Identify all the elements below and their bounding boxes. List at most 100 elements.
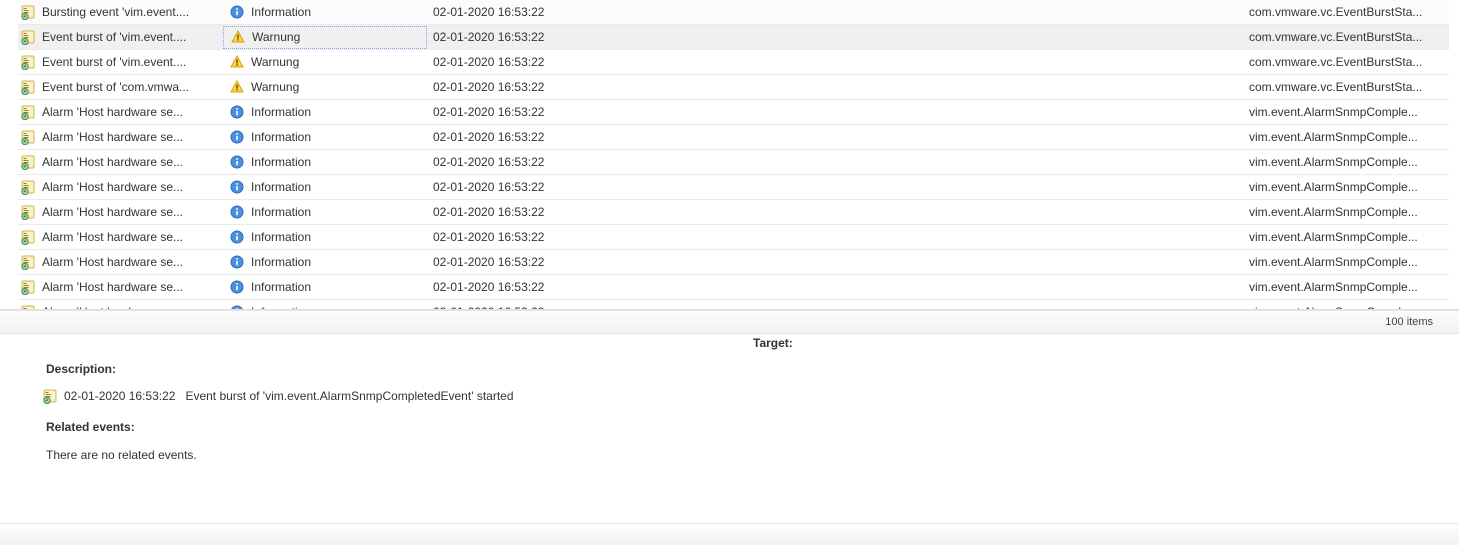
event-detail-scroll[interactable]: Target: Description: 02-01-2020 16:53:22…	[18, 334, 1449, 523]
cell-description: Event burst of 'vim.event....	[18, 29, 223, 45]
cell-event-type: com.vmware.vc.EventBurstSta...	[1227, 55, 1449, 69]
cell-description: Alarm 'Host hardware se...	[18, 229, 223, 245]
info-icon	[229, 254, 245, 270]
cell-description: Alarm 'Host hardware se...	[18, 304, 223, 310]
cell-description-text: Alarm 'Host hardware se...	[42, 130, 183, 144]
cell-date: 02-01-2020 16:53:22	[427, 230, 827, 244]
cell-description-text: Alarm 'Host hardware se...	[42, 180, 183, 194]
event-log-icon	[20, 54, 36, 70]
cell-type-text: Information	[251, 155, 311, 169]
event-log-icon	[20, 154, 36, 170]
info-icon	[229, 279, 245, 295]
cell-event-type: vim.event.AlarmSnmpComple...	[1227, 205, 1449, 219]
cell-type-text: Information	[251, 205, 311, 219]
table-row[interactable]: Alarm 'Host hardware se... Information 02-…	[18, 150, 1449, 175]
cell-event-type: com.vmware.vc.EventBurstSta...	[1227, 5, 1449, 19]
event-detail: Target: Description: 02-01-2020 16:53:22…	[0, 334, 1459, 523]
warning-icon	[229, 54, 245, 70]
cell-type-text: Information	[251, 230, 311, 244]
cell-type: Information	[223, 4, 427, 20]
cell-description-text: Event burst of 'com.vmwa...	[42, 80, 189, 94]
info-icon	[229, 104, 245, 120]
cell-type: Warnung	[223, 26, 427, 49]
table-row[interactable]: Alarm 'Host hardware se...Information02-…	[18, 250, 1449, 275]
cell-type: Information	[223, 129, 427, 145]
table-row[interactable]: Event burst of 'vim.event....Warnung02-0…	[18, 25, 1449, 50]
cell-type-text: Information	[251, 5, 311, 19]
event-log-icon	[20, 4, 36, 20]
cell-date: 02-01-2020 16:53:22	[427, 180, 827, 194]
cell-event-type: vim.event.AlarmSnmpComple...	[1227, 230, 1449, 244]
cell-type: Information	[223, 304, 427, 310]
cell-description: Alarm 'Host hardware se...	[18, 179, 223, 195]
cell-event-type: vim.event.AlarmSnmpComple...	[1227, 155, 1449, 169]
cell-description: Alarm 'Host hardware se...	[18, 129, 223, 145]
cell-type-text: Information	[251, 105, 311, 119]
event-log-icon	[20, 104, 36, 120]
cell-description-text: Alarm 'Host hardware se...	[42, 105, 183, 119]
cell-type-text: Warnung	[251, 80, 299, 94]
table-row[interactable]: Event burst of 'vim.event....Warnung02-0…	[18, 50, 1449, 75]
cell-date: 02-01-2020 16:53:22	[427, 130, 827, 144]
table-row[interactable]: Alarm 'Host hardware se... Information 02-…	[18, 200, 1449, 225]
table-row[interactable]: Bursting event 'vim.event.... Information…	[18, 0, 1449, 25]
cell-event-type: vim.event.AlarmSnmpComple...	[1227, 255, 1449, 269]
event-log-icon	[20, 254, 36, 270]
cell-event-type: com.vmware.vc.EventBurstSta...	[1227, 30, 1449, 44]
info-icon	[229, 204, 245, 220]
cell-event-type: com.vmware.vc.EventBurstSta...	[1227, 80, 1449, 94]
cell-date: 02-01-2020 16:53:22	[427, 205, 827, 219]
cell-date: 02-01-2020 16:53:22	[427, 30, 827, 44]
cell-description-text: Alarm 'Host hardware se...	[42, 280, 183, 294]
table-row[interactable]: Alarm 'Host hardware se...Information02-…	[18, 300, 1449, 310]
event-log-icon	[20, 129, 36, 145]
cell-description: Alarm 'Host hardware se...	[18, 104, 223, 120]
cell-type: Information	[223, 204, 427, 220]
table-row[interactable]: Alarm 'Host hardware se... Information02-…	[18, 175, 1449, 200]
event-log-icon	[20, 229, 36, 245]
bottom-bar	[0, 523, 1459, 545]
events-table: Bursting event 'vim.event.... Information…	[0, 0, 1459, 310]
cell-date: 02-01-2020 16:53:22	[427, 5, 827, 19]
cell-type-text: Information	[251, 130, 311, 144]
warning-icon	[229, 79, 245, 95]
table-row[interactable]: Alarm 'Host hardware se... Information 02-…	[18, 225, 1449, 250]
table-row[interactable]: Alarm 'Host hardware se...Information02-…	[18, 100, 1449, 125]
event-log-icon	[20, 204, 36, 220]
detail-message: Event burst of 'vim.event.AlarmSnmpCompl…	[185, 389, 513, 403]
cell-type-text: Information	[251, 280, 311, 294]
cell-description-text: Alarm 'Host hardware se...	[42, 255, 183, 269]
event-log-icon	[20, 304, 36, 310]
cell-description: Alarm 'Host hardware se...	[18, 279, 223, 295]
cell-description: Alarm 'Host hardware se...	[18, 204, 223, 220]
cell-description-text: Alarm 'Host hardware se...	[42, 155, 183, 169]
event-log-icon	[20, 79, 36, 95]
events-panel: Bursting event 'vim.event.... Information…	[0, 0, 1459, 545]
cell-type: Information	[223, 179, 427, 195]
cell-type: Warnung	[223, 54, 427, 70]
table-row[interactable]: Alarm 'Host hardware se... Information 02-…	[18, 125, 1449, 150]
events-table-body[interactable]: Bursting event 'vim.event.... Information…	[18, 0, 1449, 310]
info-icon	[229, 4, 245, 20]
table-row[interactable]: Event burst of 'com.vmwa... Warnung 02-01-…	[18, 75, 1449, 100]
cell-date: 02-01-2020 16:53:22	[427, 280, 827, 294]
cell-description: Bursting event 'vim.event....	[18, 4, 223, 20]
cell-description-text: Alarm 'Host hardware se...	[42, 205, 183, 219]
cell-date: 02-01-2020 16:53:22	[427, 80, 827, 94]
cell-description: Alarm 'Host hardware se...	[18, 254, 223, 270]
cell-description: Event burst of 'vim.event....	[18, 54, 223, 70]
cell-description: Alarm 'Host hardware se...	[18, 154, 223, 170]
detail-timestamp: 02-01-2020 16:53:22	[64, 389, 175, 403]
cell-event-type: vim.event.AlarmSnmpComple...	[1227, 280, 1449, 294]
cell-date: 02-01-2020 16:53:22	[427, 155, 827, 169]
event-log-icon	[42, 388, 58, 404]
cell-description-text: Alarm 'Host hardware se...	[42, 230, 183, 244]
info-icon	[229, 129, 245, 145]
items-count: 100 items	[1385, 316, 1433, 328]
info-icon	[229, 304, 245, 310]
cell-event-type: vim.event.AlarmSnmpComple...	[1227, 180, 1449, 194]
cell-description-text: Bursting event 'vim.event....	[42, 5, 189, 19]
table-row[interactable]: Alarm 'Host hardware se... Information 02-…	[18, 275, 1449, 300]
cell-event-type: vim.event.AlarmSnmpComple...	[1227, 105, 1449, 119]
table-footer: 100 items	[0, 310, 1459, 334]
